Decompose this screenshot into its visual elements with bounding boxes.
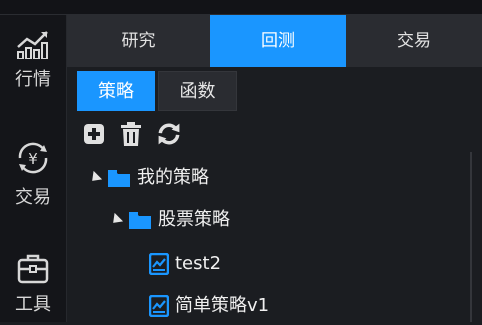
tab-backtest[interactable]: 回测 (210, 15, 346, 67)
chart-bars-icon (17, 31, 48, 59)
vertical-scrollbar[interactable] (470, 152, 472, 322)
rail-item-market[interactable]: 行情 (0, 27, 66, 91)
tree-node-label: 股票策略 (158, 209, 230, 230)
refresh-icon[interactable] (156, 120, 182, 148)
tab-trade[interactable]: 交易 (346, 15, 482, 67)
folder-icon (129, 212, 151, 229)
tree-node-root[interactable]: 我的策略 (87, 159, 209, 197)
main-tab-bar: 研究 回测 交易 (67, 15, 482, 67)
tree-node-label: 我的策略 (137, 167, 209, 188)
window-top-bar (0, 0, 482, 15)
rail-item-label: 工具 (15, 294, 51, 315)
tree-node-label: 简单策略v1 (175, 295, 270, 316)
left-nav-rail: 行情 ¥ 交易 工具 (0, 15, 67, 322)
yuan-exchange-icon: ¥ (18, 142, 48, 174)
sub-tab-bar: 策略 函数 (67, 67, 482, 115)
strategy-file-icon (149, 253, 169, 275)
delete-icon[interactable] (118, 120, 144, 148)
subtab-functions[interactable]: 函数 (158, 71, 237, 111)
folder-icon (108, 170, 130, 187)
rail-item-label: 交易 (15, 187, 51, 208)
subtab-strategy[interactable]: 策略 (77, 71, 155, 111)
rail-item-tools[interactable]: 工具 (0, 252, 66, 316)
rail-item-trade[interactable]: ¥ 交易 (0, 139, 66, 209)
rail-item-label: 行情 (15, 69, 51, 90)
caret-down-icon[interactable] (87, 170, 103, 186)
tree-node-label: test2 (175, 253, 222, 274)
strategy-tree: 我的策略 股票策略 test2 简单策略v1 (67, 152, 472, 322)
add-icon[interactable] (82, 120, 108, 148)
tree-node-file[interactable]: 简单策略v1 (149, 287, 269, 325)
tree-node-folder[interactable]: 股票策略 (108, 201, 230, 239)
toolbox-icon (17, 254, 49, 284)
strategy-file-icon (149, 295, 169, 317)
caret-down-icon[interactable] (108, 212, 124, 228)
tree-node-file[interactable]: test2 (149, 245, 221, 283)
svg-text:¥: ¥ (28, 150, 38, 168)
tab-research[interactable]: 研究 (67, 15, 210, 67)
